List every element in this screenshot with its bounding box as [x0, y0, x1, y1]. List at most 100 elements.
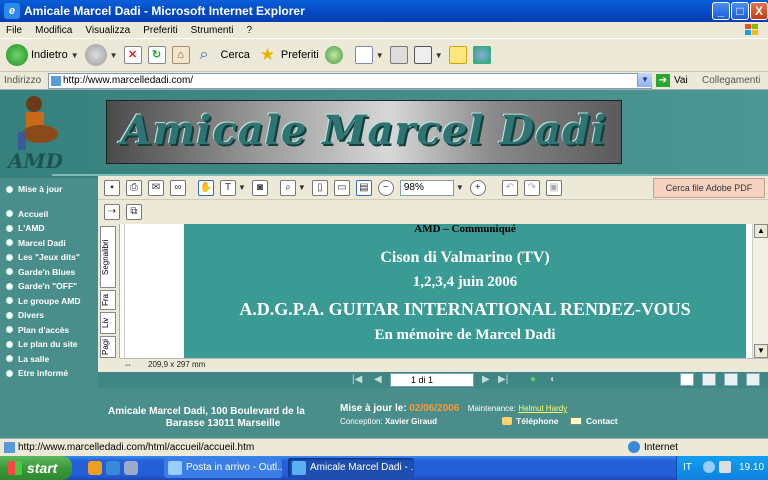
forward-button[interactable]: ▼ [84, 44, 118, 66]
nav-item-etre-informe[interactable]: Etre informé [6, 366, 96, 381]
maintenance-link[interactable]: Helmut Hardy [518, 404, 567, 413]
edit-button[interactable]: ▼ [413, 46, 443, 64]
go-forward-icon[interactable]: ● [530, 374, 536, 385]
facing-layout-icon[interactable] [724, 373, 738, 386]
scroll-down-icon[interactable]: ▼ [754, 344, 768, 358]
chevron-down-icon[interactable]: ▼ [456, 183, 464, 192]
nav-item-salle[interactable]: La salle [6, 352, 96, 367]
email-icon[interactable]: ✉ [148, 179, 164, 196]
address-input[interactable]: http://www.marcelledadi.com/ [48, 73, 652, 89]
text-select-icon[interactable]: T [220, 179, 236, 196]
refresh-button[interactable]: ↻ [147, 46, 166, 64]
notes-button[interactable] [448, 46, 467, 64]
copy-pages-icon[interactable]: ⧉ [126, 204, 142, 220]
task-outlook[interactable]: Posta in arrivo - Outl... [164, 458, 282, 478]
menu-preferiti[interactable]: Preferiti [143, 25, 177, 36]
address-url: http://www.marcelledadi.com/ [63, 75, 194, 86]
status-arrow-icon[interactable]: ⇔ [124, 359, 132, 371]
document-arrow-icon[interactable]: ⇢ [104, 204, 120, 220]
messenger-button[interactable] [472, 46, 491, 64]
chevron-down-icon[interactable]: ▼ [435, 51, 443, 60]
zoom-out-icon[interactable]: − [377, 179, 394, 196]
hand-tool-icon[interactable]: ✋ [198, 179, 214, 196]
contact-link[interactable]: Contact [570, 416, 618, 426]
save-icon[interactable]: ▪ [104, 179, 120, 196]
rotate-left-icon[interactable]: ↶ [501, 179, 518, 196]
tab-segnalibri[interactable]: Segnalibri [100, 226, 116, 288]
close-button[interactable]: X [750, 2, 768, 20]
search-button[interactable]: ⌕ Cerca [200, 46, 250, 64]
go-button[interactable]: ➔ Vai [656, 74, 688, 87]
chevron-down-icon[interactable]: ▼ [110, 51, 118, 60]
start-button[interactable]: start [0, 456, 72, 480]
nav-item-garden-off[interactable]: Garde'n "OFF" [6, 279, 96, 294]
address-dropdown-button[interactable]: ▼ [637, 73, 652, 87]
rotate-right-icon[interactable]: ↷ [523, 179, 540, 196]
last-page-icon[interactable]: ▶| [498, 374, 508, 385]
back-button[interactable]: Indietro ▼ [6, 44, 79, 66]
menu-modifica[interactable]: Modifica [35, 25, 72, 36]
telephone-link[interactable]: Téléphone [502, 416, 559, 426]
go-back-icon[interactable]: ◐ [550, 374, 556, 385]
links-button[interactable]: Collegamenti [702, 75, 760, 86]
chevron-down-icon[interactable]: ▼ [298, 183, 306, 192]
scroll-up-icon[interactable]: ▲ [754, 224, 768, 238]
nav-item-divers[interactable]: Divers [6, 308, 96, 323]
task-amicale-active[interactable]: Amicale Marcel Dadi - ... [288, 458, 414, 478]
search-adobe-pdf-button[interactable]: Cerca file Adobe PDF [653, 178, 765, 198]
language-indicator[interactable]: IT [683, 462, 692, 473]
quicklaunch-desktop-icon[interactable] [124, 461, 138, 475]
pages-icon[interactable]: ▣ [545, 179, 562, 196]
nav-item-mise-a-jour[interactable]: Mise à jour [6, 182, 96, 197]
nav-item-marcel-dadi[interactable]: Marcel Dadi [6, 236, 96, 251]
clock[interactable]: 19.10 [739, 462, 764, 473]
snapshot-icon[interactable]: ◙ [251, 179, 268, 196]
tab-liv[interactable]: Liv [100, 312, 116, 334]
binoculars-icon[interactable]: ∞ [170, 179, 186, 196]
nav-item-plan-site[interactable]: Le plan du site [6, 337, 96, 352]
menu-strumenti[interactable]: Strumenti [191, 25, 234, 36]
network-icon[interactable] [703, 461, 715, 473]
pdf-vertical-scrollbar[interactable]: ▲ ▼ [752, 224, 768, 358]
print-icon[interactable]: ⎙ [126, 179, 142, 196]
chevron-down-icon[interactable]: ▼ [376, 51, 384, 60]
prev-page-icon[interactable]: ◀ [374, 374, 382, 385]
tab-pagi[interactable]: Pagi [100, 336, 116, 358]
first-page-icon[interactable]: |◀ [352, 374, 362, 385]
menu-visualizza[interactable]: Visualizza [85, 25, 130, 36]
actual-size-icon[interactable]: ▯ [311, 179, 328, 196]
minimize-button[interactable]: _ [712, 2, 730, 20]
chevron-down-icon[interactable]: ▼ [238, 183, 246, 192]
quicklaunch-ie-icon[interactable] [106, 461, 120, 475]
nav-item-groupe-amd[interactable]: Le groupe AMD [6, 294, 96, 309]
volume-icon[interactable] [719, 461, 731, 473]
tab-fra[interactable]: Fra [100, 290, 116, 310]
page-number-input[interactable]: 1 di 1 [390, 373, 474, 387]
nav-item-jeux-dits[interactable]: Les "Jeux dits" [6, 250, 96, 265]
nav-item-plan-acces[interactable]: Plan d'accès [6, 323, 96, 338]
mail-button[interactable]: ▼ [354, 46, 384, 64]
amd-logo[interactable]: AMD [4, 92, 76, 174]
continuous-layout-icon[interactable] [702, 373, 716, 386]
menu-file[interactable]: File [6, 25, 22, 36]
stop-button[interactable]: ✕ [123, 46, 142, 64]
single-page-layout-icon[interactable] [680, 373, 694, 386]
nav-item-amd[interactable]: L'AMD [6, 221, 96, 236]
home-button[interactable]: ⌂ [171, 46, 190, 64]
menu-help[interactable]: ? [246, 25, 252, 36]
quicklaunch-outlook-icon[interactable] [88, 461, 102, 475]
favorites-button[interactable]: ★ Preferiti [260, 46, 319, 64]
history-button[interactable] [324, 46, 343, 64]
zoom-in-tool-icon[interactable]: ⌕ [279, 179, 296, 196]
next-page-icon[interactable]: ▶ [482, 374, 490, 385]
print-button[interactable] [389, 46, 408, 64]
zoom-in-icon[interactable]: + [469, 179, 486, 196]
nav-item-accueil[interactable]: Accueil [6, 207, 96, 222]
maximize-button[interactable]: □ [731, 2, 749, 20]
continuous-facing-layout-icon[interactable] [746, 373, 760, 386]
fit-page-icon[interactable]: ▭ [333, 179, 350, 196]
nav-item-garden-blues[interactable]: Garde'n Blues [6, 265, 96, 280]
fit-width-icon[interactable]: ▤ [355, 179, 372, 196]
zoom-select[interactable]: 98% [399, 179, 454, 196]
chevron-down-icon[interactable]: ▼ [71, 51, 79, 60]
